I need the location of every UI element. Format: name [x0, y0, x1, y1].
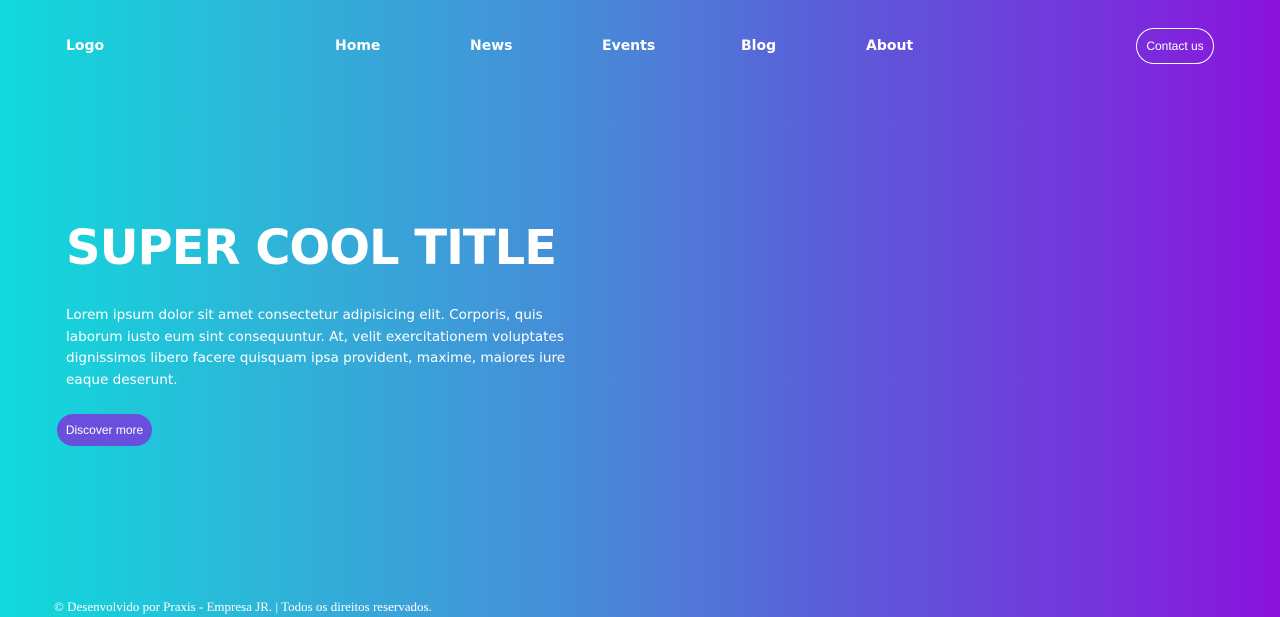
nav-link-about[interactable]: About: [866, 37, 913, 55]
main-nav: Home News Events Blog About: [0, 37, 1280, 55]
nav-link-events[interactable]: Events: [602, 37, 655, 55]
discover-more-button[interactable]: Discover more: [57, 414, 152, 446]
footer-copyright: © Desenvolvido por Praxis - Empresa JR. …: [54, 599, 432, 614]
nav-link-news[interactable]: News: [470, 37, 512, 55]
nav-link-blog[interactable]: Blog: [741, 37, 776, 55]
hero-description: Lorem ipsum dolor sit amet consectetur a…: [66, 307, 566, 388]
contact-us-button[interactable]: Contact us: [1136, 28, 1214, 64]
hero-title: SUPER COOL TITLE: [66, 220, 557, 276]
nav-link-home[interactable]: Home: [335, 37, 380, 55]
